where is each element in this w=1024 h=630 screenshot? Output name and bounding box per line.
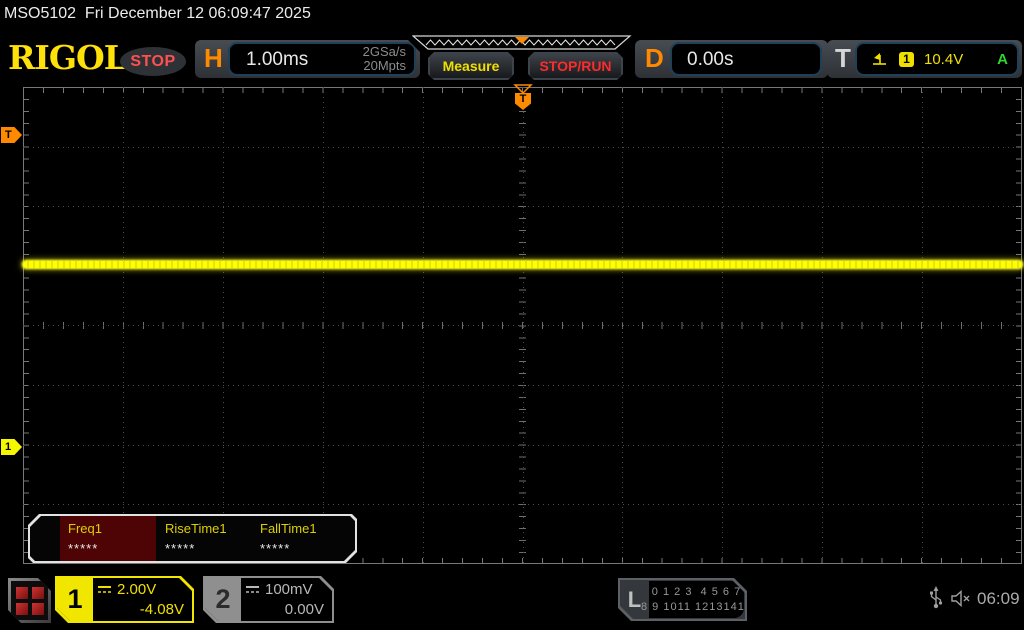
channel2-scale: 100mV: [265, 581, 313, 598]
channel2-values: 100mV 0.00V: [245, 580, 324, 619]
channel2-offset: 0.00V: [284, 601, 324, 618]
timebase-value: 1.00ms: [246, 49, 309, 70]
measurement-value: *****: [165, 541, 196, 556]
run-state-label: STOP: [130, 52, 176, 70]
delay-menu-block[interactable]: D 0.00s: [635, 40, 828, 78]
channel2-number-tab[interactable]: 2: [205, 578, 241, 621]
measurement-risetime1[interactable]: RiseTime1 *****: [157, 516, 253, 561]
measurement-label: Freq1: [68, 521, 102, 536]
oscilloscope-screen: MSO5102 Fri December 12 06:09:47 2025 RI…: [0, 0, 1024, 630]
measure-button[interactable]: Measure: [428, 52, 514, 80]
horizontal-label: H: [204, 43, 223, 73]
stop-run-button[interactable]: STOP/RUN: [528, 52, 623, 80]
trigger-level-marker[interactable]: T: [1, 127, 22, 143]
measurement-freq1[interactable]: Freq1 *****: [60, 516, 156, 561]
channel1-offset: -4.08V: [139, 601, 184, 618]
measure-button-label: Measure: [442, 58, 500, 74]
channel1-offset-marker-label: 1: [5, 441, 12, 453]
sound-muted-icon[interactable]: [950, 590, 974, 607]
logic-analyzer-block[interactable]: L 0 1 2 3 4 5 6 7 8 9 1011 12131415: [618, 578, 747, 621]
dc-coupling-icon: [97, 584, 112, 595]
usb-icon: [930, 586, 943, 609]
delay-label: D: [645, 43, 664, 73]
logic-inner: L 0 1 2 3 4 5 6 7 8 9 1011 12131415: [620, 580, 745, 619]
trigger-label: T: [835, 43, 851, 73]
sample-rate: 2GSa/s: [362, 44, 406, 59]
trigger-sweep-mode: A: [997, 50, 1008, 68]
stop-run-button-label: STOP/RUN: [539, 58, 612, 74]
waveform-preview-strip[interactable]: [412, 35, 632, 51]
trigger-box[interactable]: 1 10.4V A: [855, 42, 1019, 76]
measurement-label: RiseTime1: [165, 521, 227, 536]
channel1-values: 2.00V -4.08V: [97, 580, 184, 619]
channel1-status-block[interactable]: 1 2.00V -4.08V: [55, 576, 194, 623]
trigger-level-value: 10.4V: [924, 50, 964, 68]
function-navigation-button[interactable]: [8, 578, 51, 623]
run-state-badge: STOP: [120, 47, 186, 76]
measurement-value: *****: [68, 541, 99, 556]
delay-box[interactable]: 0.00s: [670, 42, 822, 76]
measurement-panel: Freq1 ***** RiseTime1 ***** FallTime1 **…: [28, 514, 357, 563]
channel1-number-tab[interactable]: 1: [57, 578, 93, 621]
memory-depth: 20Mpts: [363, 58, 406, 73]
trigger-level-marker-label: T: [5, 129, 12, 141]
measurement-value: *****: [260, 541, 291, 556]
trigger-source-badge: 1: [899, 51, 914, 67]
measurement-falltime1[interactable]: FallTime1 *****: [252, 516, 348, 561]
channel1-trace[interactable]: [23, 261, 1022, 268]
channel2-status-block[interactable]: 2 100mV 0.00V: [203, 576, 334, 623]
horizontal-menu-block[interactable]: H 1.00ms 2GSa/s 20Mpts: [195, 40, 420, 78]
channel1-offset-marker[interactable]: 1: [1, 439, 22, 455]
delay-value: 0.00s: [687, 49, 734, 70]
grid-hline: [23, 325, 1022, 327]
acquisition-info: 2GSa/s 20Mpts: [363, 45, 406, 73]
trigger-menu-block[interactable]: T 1 10.4V A: [827, 40, 1022, 78]
logic-row1: 0 1 2 3 4 5 6 7: [651, 585, 742, 598]
timebase-box[interactable]: 1.00ms 2GSa/s 20Mpts: [228, 42, 416, 76]
channel2-inner: 2 100mV 0.00V: [205, 578, 332, 621]
dc-coupling-icon: [245, 584, 260, 595]
logic-row2: 8 9 1011 12131415: [641, 600, 752, 613]
grid-hline: [23, 385, 1022, 386]
waveform-display-area: [23, 87, 1022, 564]
clock: 06:09: [977, 589, 1020, 608]
grid-hline: [23, 504, 1022, 506]
channel1-scale: 2.00V: [117, 581, 157, 598]
trigger-position-marker-label: T: [519, 93, 527, 105]
grid-hline: [23, 206, 1022, 208]
channel1-inner: 1 2.00V -4.08V: [57, 578, 192, 621]
rigol-logo: RIGOL: [8, 38, 127, 77]
grid-hline: [23, 444, 1022, 446]
window-title: MSO5102 Fri December 12 06:09:47 2025: [4, 5, 311, 22]
app-grid-icon: [11, 581, 48, 620]
measurement-label: FallTime1: [260, 521, 317, 536]
grid-hline: [23, 146, 1022, 148]
logic-channel-list: 0 1 2 3 4 5 6 7 8 9 1011 12131415: [649, 581, 744, 618]
measurement-panel-body: Freq1 ***** RiseTime1 ***** FallTime1 **…: [30, 516, 355, 561]
trigger-position-pointer-icon: [513, 84, 533, 94]
rising-edge-trigger-icon: [873, 53, 886, 65]
